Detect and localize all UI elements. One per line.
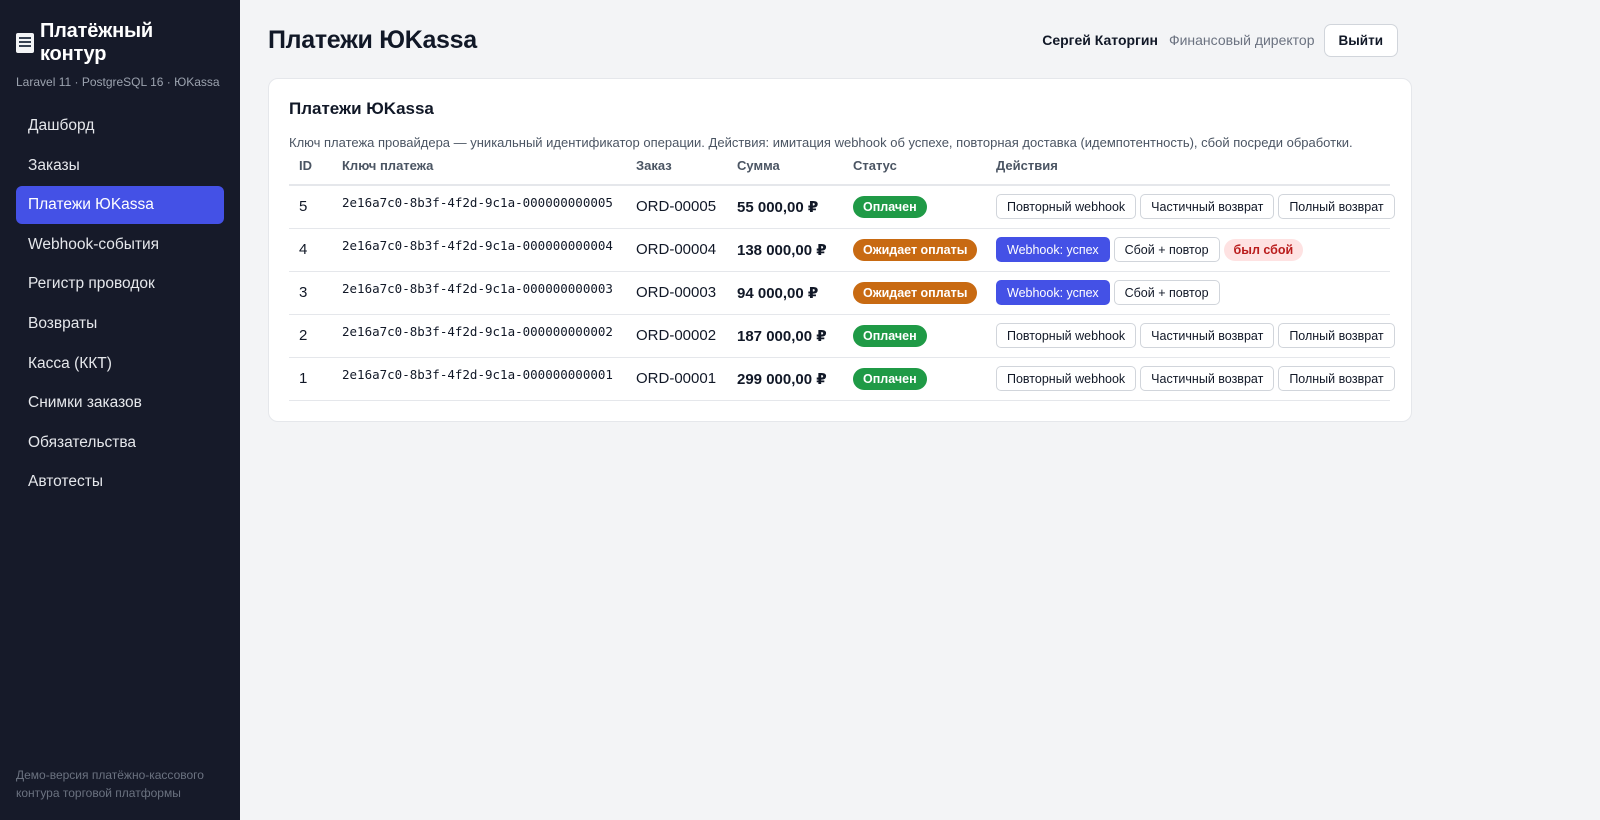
cell-order: ORD-00001 [626,357,727,401]
webhook-success-button[interactable]: Webhook: успех [996,280,1110,305]
row-actions: Webhook: успех Сбой + повтор был сбой [996,237,1380,262]
cell-status: Ожидает оплаты [843,228,986,272]
full-refund-button[interactable]: Полный возврат [1278,366,1395,391]
cell-payment-key: 2e16a7c0-8b3f-4f2d-9c1a-000000000001 [332,357,626,401]
status-badge: Оплачен [853,195,927,218]
status-badge: Ожидает оплаты [853,238,978,261]
partial-refund-button[interactable]: Частичный возврат [1140,323,1275,348]
cell-actions: Повторный webhook Частичный возврат Полный… [986,357,1395,401]
failure-retry-button[interactable]: Сбой + повтор [1113,280,1220,305]
sidebar-nav: Дашборд Заказы Платежи ЮKassa Webhook-событ… [16,107,224,501]
sidebar-item[interactable]: Обязательства [16,424,224,462]
row-actions: Повторный webhook Частичный возврат Полный… [996,366,1395,391]
partial-refund-button[interactable]: Частичный возврат [1140,194,1275,220]
sidebar-item[interactable]: Регистр проводок [16,265,224,303]
status-badge: Ожидает оплаты [853,281,978,304]
sidebar: Платёжный контур Laravel 11 · PostgreSQL… [0,0,240,820]
cell-actions: Webhook: успех Сбой + повтор [986,271,1390,315]
row-actions: Webhook: успех Сбой + повтор [996,280,1380,305]
partial-refund-button[interactable]: Частичный возврат [1140,366,1275,391]
table-row: 5 2e16a7c0-8b3f-4f2d-9c1a-000000000005 ORD… [289,185,1395,229]
status-badge: Оплачен [853,367,927,390]
receipt-icon [16,33,34,53]
payments-table: ID Ключ платежа Заказ Сумма Статус Дейст… [289,158,1395,401]
column-header-key: Ключ платежа [332,158,626,186]
page-title: Платежи ЮKassa [268,25,477,54]
sidebar-item[interactable]: Платежи ЮKassa [16,186,224,225]
column-header-amount: Сумма [727,158,843,186]
payment-key: 2e16a7c0-8b3f-4f2d-9c1a-000000000004 [342,238,613,253]
cell-payment-key: 2e16a7c0-8b3f-4f2d-9c1a-000000000003 [332,271,626,315]
sidebar-item[interactable]: Возвраты [16,305,224,343]
row-actions: Повторный webhook Частичный возврат Полный… [996,323,1395,348]
sidebar-item[interactable]: Дашборд [16,107,224,145]
failure-tag: был сбой [1223,238,1304,261]
cell-id: 4 [289,228,332,272]
cell-payment-key: 2e16a7c0-8b3f-4f2d-9c1a-000000000004 [332,228,626,272]
cell-payment-key: 2e16a7c0-8b3f-4f2d-9c1a-000000000002 [332,314,626,358]
column-header-id: ID [289,158,332,186]
main-content: Платежи ЮKassa Сергей Каторгин Финансовы… [240,0,1600,820]
sidebar-item[interactable]: Заказы [16,147,224,185]
cell-id: 5 [289,185,332,229]
failure-retry-button[interactable]: Сбой + повтор [1113,237,1220,262]
cell-amount: 138 000,00 ₽ [727,228,843,272]
cell-order: ORD-00003 [626,271,727,315]
cell-actions: Webhook: успех Сбой + повтор был сбой [986,228,1390,272]
table-row: 2 2e16a7c0-8b3f-4f2d-9c1a-000000000002 ORD… [289,314,1395,358]
column-header-actions: Действия [986,158,1390,186]
webhook-success-button[interactable]: Webhook: успех [996,237,1110,262]
full-refund-button[interactable]: Полный возврат [1278,323,1395,348]
topbar: Платежи ЮKassa Сергей Каторгин Финансовы… [268,22,1398,58]
resend-webhook-button[interactable]: Повторный webhook [996,323,1137,348]
cell-amount: 55 000,00 ₽ [727,185,843,229]
sidebar-item[interactable]: Снимки заказов [16,384,224,422]
cell-order: ORD-00005 [626,185,727,229]
table-row: 3 2e16a7c0-8b3f-4f2d-9c1a-000000000003 ORD… [289,271,1390,315]
payment-key: 2e16a7c0-8b3f-4f2d-9c1a-000000000002 [342,324,613,339]
payment-key: 2e16a7c0-8b3f-4f2d-9c1a-000000000001 [342,367,613,382]
column-header-order: Заказ [626,158,727,186]
column-header-status: Статус [843,158,986,186]
payment-key: 2e16a7c0-8b3f-4f2d-9c1a-000000000005 [342,195,613,211]
status-badge: Оплачен [853,324,927,347]
cell-status: Оплачен [843,314,986,358]
payment-key: 2e16a7c0-8b3f-4f2d-9c1a-000000000003 [342,281,613,296]
cell-order: ORD-00002 [626,314,727,358]
user-name: Сергей Каторгин [1042,32,1158,48]
row-actions: Повторный webhook Частичный возврат Полный… [996,194,1395,220]
card-title: Платежи ЮKassa [289,99,434,118]
resend-webhook-button[interactable]: Повторный webhook [996,194,1137,220]
brand: Платёжный контур [16,20,224,66]
user-panel: Сергей Каторгин Финансовый директор Выйт… [1042,23,1398,57]
cell-id: 1 [289,357,332,401]
sidebar-item[interactable]: Автотесты [16,463,224,501]
cell-actions: Повторный webhook Частичный возврат Полный… [986,185,1395,229]
resend-webhook-button[interactable]: Повторный webhook [996,366,1137,391]
cell-id: 2 [289,314,332,358]
cell-status: Оплачен [843,185,986,229]
full-refund-button[interactable]: Полный возврат [1278,194,1395,220]
payments-card: Платежи ЮKassa Ключ платежа провайдера —… [268,78,1412,422]
brand-title: Платёжный контур [40,20,153,65]
brand-subtitle: Laravel 11 · PostgreSQL 16 · ЮKassa [16,75,220,89]
table-row: 1 2e16a7c0-8b3f-4f2d-9c1a-000000000001 ORD… [289,357,1395,401]
table-header-row: ID Ключ платежа Заказ Сумма Статус Дейст… [289,158,1390,186]
cell-amount: 187 000,00 ₽ [727,314,843,358]
sidebar-item[interactable]: Касса (ККТ) [16,345,224,383]
sidebar-item[interactable]: Webhook-события [16,226,224,264]
logout-button[interactable]: Выйти [1323,23,1398,57]
sidebar-footer: Демо-версия платёжно-кассового контура т… [16,768,204,800]
cell-status: Ожидает оплаты [843,271,986,315]
cell-payment-key: 2e16a7c0-8b3f-4f2d-9c1a-000000000005 [332,185,626,229]
cell-status: Оплачен [843,357,986,401]
cell-order: ORD-00004 [626,228,727,272]
cell-id: 3 [289,271,332,315]
cell-amount: 299 000,00 ₽ [727,357,843,401]
cell-amount: 94 000,00 ₽ [727,271,843,315]
user-role: Финансовый директор [1168,32,1315,48]
table-row: 4 2e16a7c0-8b3f-4f2d-9c1a-000000000004 ORD… [289,228,1390,272]
cell-actions: Повторный webhook Частичный возврат Полный… [986,314,1395,358]
card-description: Ключ платежа провайдера — уникальный иде… [289,135,1353,150]
